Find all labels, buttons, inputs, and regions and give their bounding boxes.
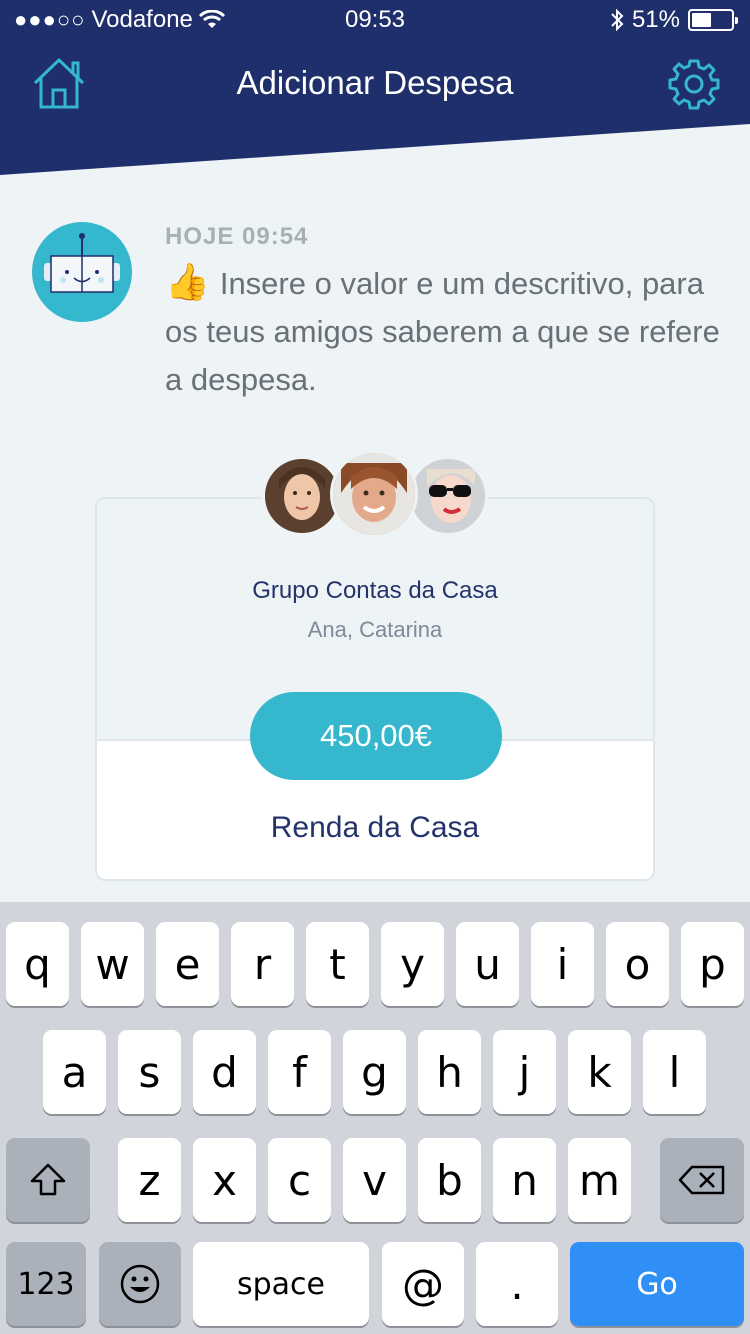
emoji-smiley-icon (120, 1264, 160, 1304)
key-a[interactable]: a (43, 1030, 106, 1114)
backspace-icon (678, 1165, 725, 1195)
numbers-key[interactable]: 123 (6, 1242, 86, 1326)
battery-icon (688, 9, 738, 31)
key-y[interactable]: y (381, 922, 444, 1006)
description-input[interactable]: Renda da Casa (95, 811, 655, 845)
bluetooth-icon (611, 8, 624, 32)
dot-key[interactable]: . (476, 1242, 558, 1326)
key-t[interactable]: t (306, 922, 369, 1006)
group-members: Ana, Catarina (307, 617, 443, 642)
key-w[interactable]: w (81, 922, 144, 1006)
bot-message: 👍 Insere o valor e um descritivo, para os… (165, 258, 725, 404)
message-timestamp: HOJE 09:54 (165, 223, 309, 250)
shift-key[interactable] (6, 1138, 90, 1222)
shift-arrow-icon (30, 1163, 66, 1196)
key-z[interactable]: z (118, 1138, 181, 1222)
member-avatar-3 (408, 456, 488, 536)
group-name: Grupo Contas da Casa (252, 577, 498, 604)
robot-icon (44, 233, 120, 293)
thumbs-up-icon: 👍 (165, 261, 210, 302)
key-d[interactable]: d (193, 1030, 256, 1114)
app-header: ●●●○○ Vodafone 09:53 51% Adicionar Despe… (0, 0, 750, 175)
battery-level (692, 13, 712, 27)
key-h[interactable]: h (418, 1030, 481, 1114)
gear-icon (668, 59, 720, 110)
key-n[interactable]: n (493, 1138, 556, 1222)
key-l[interactable]: l (643, 1030, 706, 1114)
status-bar: ●●●○○ Vodafone 09:53 51% (0, 0, 750, 40)
key-u[interactable]: u (456, 922, 519, 1006)
member-avatar-2 (330, 450, 418, 538)
settings-button[interactable] (668, 58, 720, 110)
at-key[interactable]: @ (382, 1242, 464, 1326)
key-i[interactable]: i (531, 922, 594, 1006)
message-text: Insere o valor e um descritivo, para os … (165, 266, 720, 397)
key-b[interactable]: b (418, 1138, 481, 1222)
key-v[interactable]: v (343, 1138, 406, 1222)
key-p[interactable]: p (681, 922, 744, 1006)
battery-percent: 51% (631, 6, 680, 33)
avatar-photo-icon (411, 459, 485, 533)
emoji-key[interactable] (99, 1242, 181, 1326)
key-o[interactable]: o (606, 922, 669, 1006)
key-m[interactable]: m (568, 1138, 631, 1222)
on-screen-keyboard: qwertyuiop asdfghjkl zxcvbnm 123 space @… (0, 902, 750, 1334)
key-g[interactable]: g (343, 1030, 406, 1114)
key-j[interactable]: j (493, 1030, 556, 1114)
space-key[interactable]: space (193, 1242, 369, 1326)
key-c[interactable]: c (268, 1138, 331, 1222)
key-e[interactable]: e (156, 922, 219, 1006)
key-k[interactable]: k (568, 1030, 631, 1114)
bot-avatar (32, 222, 132, 322)
avatar-photo-icon (265, 459, 339, 533)
page-title: Adicionar Despesa (236, 64, 514, 101)
key-x[interactable]: x (193, 1138, 256, 1222)
amount-input[interactable]: 450,00€ (250, 692, 502, 780)
avatar-photo-icon (333, 453, 415, 535)
backspace-key[interactable] (660, 1138, 744, 1222)
key-s[interactable]: s (118, 1030, 181, 1114)
group-avatars (262, 450, 492, 542)
go-key[interactable]: Go (570, 1242, 744, 1326)
key-r[interactable]: r (231, 922, 294, 1006)
key-q[interactable]: q (6, 922, 69, 1006)
key-f[interactable]: f (268, 1030, 331, 1114)
